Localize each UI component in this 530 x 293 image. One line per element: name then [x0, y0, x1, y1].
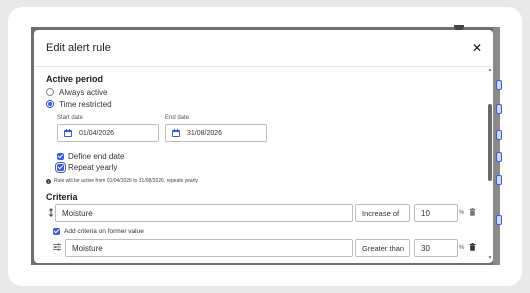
- active-period-info-text: Rule will be active from 01/04/2026 to 3…: [54, 178, 198, 184]
- background-tag: [496, 152, 502, 162]
- radio-always-active-control[interactable]: [46, 88, 54, 96]
- scroll-up-arrow-icon[interactable]: ▲: [487, 67, 493, 73]
- radio-always-active-label: Always active: [59, 87, 108, 97]
- scroll-down-arrow-icon[interactable]: ▼: [487, 255, 493, 261]
- radio-time-restricted-label: Time restricted: [59, 99, 112, 109]
- sliders-icon[interactable]: [53, 243, 61, 251]
- start-date-input[interactable]: 01/04/2026: [57, 124, 159, 142]
- repeat-yearly-checkbox-row[interactable]: Repeat yearly: [57, 162, 117, 172]
- criteria-1-value: 10: [421, 208, 430, 218]
- end-date-value: 31/08/2026: [187, 129, 223, 137]
- add-former-value-checkbox-row[interactable]: Add criteria on former value: [53, 226, 144, 236]
- start-date-label: Start date: [57, 115, 84, 121]
- define-end-date-label: Define end date: [68, 151, 125, 161]
- criteria-1-operator-select[interactable]: Increase of: [355, 204, 410, 222]
- radio-always-active[interactable]: Always active: [46, 87, 107, 97]
- drag-handle-icon[interactable]: [48, 208, 54, 217]
- background-tag: [496, 215, 502, 225]
- background-tag: [496, 104, 502, 114]
- active-period-info: i Rule will be active from 01/04/2026 to…: [46, 177, 198, 185]
- info-icon: i: [46, 178, 51, 184]
- background-tag: [496, 80, 502, 90]
- criteria-1-parameter-value: Moisture: [62, 208, 93, 218]
- modal-title: Edit alert rule: [46, 42, 111, 54]
- criteria-2-value-input[interactable]: 30: [414, 239, 458, 257]
- radio-time-restricted[interactable]: Time restricted: [46, 99, 112, 109]
- calendar-icon: [64, 129, 72, 137]
- background-tag: [496, 130, 502, 140]
- criteria-1-parameter-input[interactable]: Moisture: [55, 204, 353, 222]
- background-page-edge: [493, 27, 500, 265]
- criteria-2-parameter-input[interactable]: Moisture: [65, 239, 353, 257]
- criteria-heading: Criteria: [46, 192, 78, 202]
- end-date-input[interactable]: 31/08/2026: [165, 124, 267, 142]
- add-former-value-checkbox[interactable]: [53, 227, 60, 235]
- active-period-heading: Active period: [46, 74, 104, 84]
- repeat-yearly-label: Repeat yearly: [68, 162, 118, 172]
- repeat-yearly-checkbox[interactable]: [57, 163, 64, 171]
- close-icon[interactable]: ✕: [470, 41, 484, 55]
- criteria-1-value-input[interactable]: 10: [414, 204, 458, 222]
- criteria-2-operator-select[interactable]: Greater than: [355, 239, 410, 257]
- criteria-2-value: 30: [421, 243, 430, 253]
- criteria-2-unit: %: [459, 245, 465, 251]
- edit-alert-rule-modal: Edit alert rule ✕ Active period Always a…: [34, 30, 493, 263]
- start-date-value: 01/04/2026: [79, 129, 115, 137]
- end-date-label: End date: [165, 115, 190, 121]
- criteria-2-operator-value: Greater than: [362, 243, 405, 253]
- scrollbar-thumb[interactable]: [488, 104, 492, 181]
- criteria-1-unit: %: [459, 210, 465, 216]
- trash-icon[interactable]: [469, 243, 476, 251]
- trash-icon[interactable]: [469, 208, 476, 216]
- define-end-date-checkbox-row[interactable]: Define end date: [57, 151, 125, 161]
- background-tag: [496, 175, 502, 185]
- define-end-date-checkbox[interactable]: [57, 152, 64, 160]
- criteria-1-operator-value: Increase of: [362, 208, 400, 218]
- modal-header: Edit alert rule ✕: [34, 30, 493, 67]
- modal-body: Active period Always active Time restric…: [34, 67, 493, 263]
- add-former-value-label: Add criteria on former value: [64, 227, 144, 235]
- radio-time-restricted-control[interactable]: [46, 100, 54, 108]
- criteria-2-parameter-value: Moisture: [72, 243, 103, 253]
- calendar-icon: [172, 129, 180, 137]
